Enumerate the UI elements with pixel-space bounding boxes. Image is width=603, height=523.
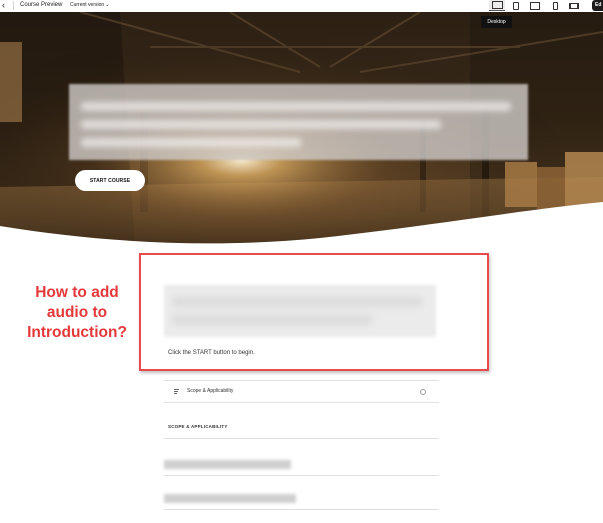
section-divider <box>164 438 439 439</box>
version-dropdown[interactable]: Current version⌄ <box>70 1 109 9</box>
start-course-button[interactable]: START COURSE <box>75 170 145 191</box>
annotation-line: How to add <box>35 284 119 301</box>
annotation-line: audio to <box>46 304 108 321</box>
laptop-view-button[interactable] <box>527 0 543 11</box>
hero-title-redacted <box>69 84 528 160</box>
tablet-view-button[interactable] <box>508 0 524 11</box>
edit-button[interactable]: Ed <box>592 0 603 11</box>
lesson-label: Scope & Applicability <box>187 388 234 394</box>
annotation-question: How to add audio to Introduction? <box>16 283 138 343</box>
list-lines-icon <box>174 389 179 394</box>
redacted-content <box>164 494 296 503</box>
intro-text-redacted <box>164 285 436 337</box>
hero-banner <box>0 12 603 248</box>
top-toolbar: ‹ Course Preview Current version⌄ Ed <box>0 0 603 12</box>
toolbar-divider <box>13 1 14 10</box>
chevron-down-icon: ⌄ <box>105 2 110 8</box>
instruction-prefix: Click the <box>168 350 193 356</box>
phone-view-button[interactable] <box>547 0 563 11</box>
back-arrow-icon[interactable]: ‹ <box>2 0 12 11</box>
content-divider <box>164 475 439 476</box>
section-heading: SCOPE & APPLICABILITY <box>168 424 228 429</box>
desktop-view-button[interactable] <box>489 0 505 11</box>
desktop-icon <box>491 1 503 9</box>
annotation-line: Introduction? <box>27 324 127 341</box>
device-tooltip: Desktop <box>481 16 512 28</box>
instruction-suffix: button to begin. <box>211 350 255 356</box>
redacted-content <box>164 460 291 469</box>
widescreen-view-button[interactable] <box>566 0 582 11</box>
phone-icon <box>552 1 558 10</box>
content-divider <box>164 509 439 510</box>
page-title: Course Preview <box>20 2 63 8</box>
tablet-icon <box>513 1 519 10</box>
intro-instruction: Click the START button to begin. <box>168 349 255 357</box>
lesson-item-scope[interactable]: Scope & Applicability <box>164 380 439 403</box>
version-label: Current version <box>70 2 105 8</box>
instruction-start-word: START <box>192 350 212 356</box>
circle-status-icon <box>420 389 426 395</box>
laptop-icon <box>530 1 540 10</box>
widescreen-icon <box>569 2 579 9</box>
